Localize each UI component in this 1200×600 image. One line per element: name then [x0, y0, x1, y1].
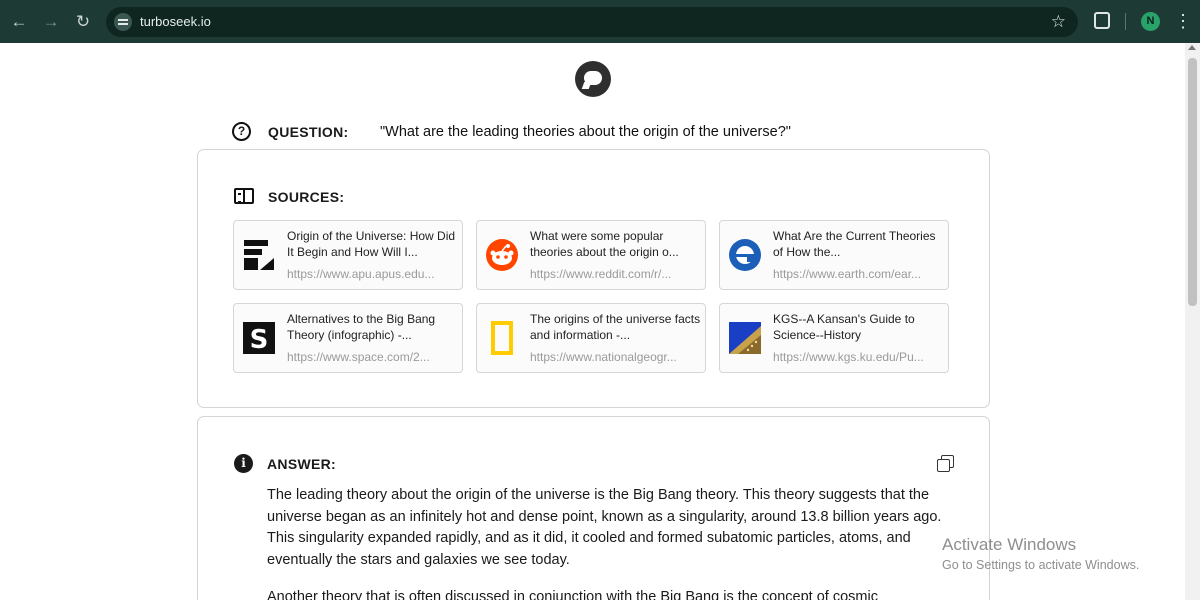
extensions-icon[interactable]: [1094, 12, 1110, 29]
bookmark-star-icon[interactable]: ☆: [1051, 12, 1066, 32]
source-title: What were some popular theories about th…: [530, 229, 679, 259]
site-settings-icon[interactable]: [114, 13, 132, 31]
apu-icon: [244, 240, 274, 270]
question-label: QUESTION:: [268, 124, 349, 140]
turboseek-logo[interactable]: [575, 61, 611, 97]
browser-menu-icon[interactable]: ⋮: [1174, 9, 1192, 33]
source-card[interactable]: Origin of the Universe: How Did It Begin…: [233, 220, 463, 290]
toolbar-divider: [1125, 13, 1126, 30]
kgs-icon: [729, 322, 761, 354]
browser-toolbar: ← → ↻ turboseek.io ☆ N ⋮: [0, 0, 1200, 43]
source-title: KGS--A Kansan's Guide to Science--Histor…: [773, 312, 915, 342]
answer-card: i ANSWER: The leading theory about the o…: [197, 416, 990, 600]
address-bar[interactable]: turboseek.io ☆: [106, 7, 1078, 37]
info-icon: i: [234, 454, 253, 473]
source-title: The origins of the universe facts and in…: [530, 312, 701, 342]
back-arrow-icon[interactable]: ←: [8, 11, 30, 33]
answer-paragraph: Another theory that is often discussed i…: [267, 589, 878, 600]
source-card[interactable]: S Alternatives to the Big Bang Theory (i…: [233, 303, 463, 373]
watermark-subtitle: Go to Settings to activate Windows.: [942, 558, 1140, 572]
source-url: https://www.reddit.com/r/...: [530, 267, 672, 281]
answer-paragraph: The leading theory about the origin of t…: [267, 487, 942, 568]
reddit-icon: [486, 239, 518, 271]
source-url: https://www.earth.com/ear...: [773, 267, 922, 281]
book-icon: [234, 188, 254, 204]
question-text: "What are the leading theories about the…: [380, 124, 791, 140]
sources-label: SOURCES:: [268, 189, 345, 205]
url-text[interactable]: turboseek.io: [140, 14, 211, 29]
source-url: https://www.nationalgeogr...: [530, 350, 677, 364]
source-title: What Are the Current Theories of How the…: [773, 229, 936, 259]
sources-card: SOURCES: Origin of the Universe: How Did…: [197, 149, 990, 408]
svg-text:S: S: [250, 325, 269, 355]
space-icon: S: [243, 322, 275, 355]
activate-windows-watermark: Activate Windows Go to Settings to activ…: [942, 535, 1139, 572]
question-bubble-icon: ?: [232, 122, 251, 141]
natgeo-icon: [491, 321, 513, 355]
earth-icon: [729, 239, 761, 271]
watermark-title: Activate Windows: [942, 535, 1077, 554]
scroll-up-arrow-icon[interactable]: [1188, 45, 1196, 50]
source-url: https://www.space.com/2...: [287, 350, 430, 364]
copy-icon[interactable]: [937, 455, 954, 472]
reload-icon[interactable]: ↻: [72, 11, 94, 33]
answer-label: ANSWER:: [267, 456, 336, 472]
source-card[interactable]: What Are the Current Theories of How the…: [719, 220, 949, 290]
source-url: https://www.apu.apus.edu...: [287, 267, 435, 281]
source-card[interactable]: KGS--A Kansan's Guide to Science--Histor…: [719, 303, 949, 373]
source-title: Origin of the Universe: How Did It Begin…: [287, 229, 456, 259]
source-card[interactable]: What were some popular theories about th…: [476, 220, 706, 290]
scroll-thumb[interactable]: [1188, 58, 1197, 306]
profile-avatar[interactable]: N: [1141, 12, 1160, 31]
source-url: https://www.kgs.ku.edu/Pu...: [773, 350, 924, 364]
source-card[interactable]: The origins of the universe facts and in…: [476, 303, 706, 373]
forward-arrow-icon[interactable]: →: [40, 11, 62, 33]
source-title: Alternatives to the Big Bang Theory (inf…: [287, 312, 436, 342]
